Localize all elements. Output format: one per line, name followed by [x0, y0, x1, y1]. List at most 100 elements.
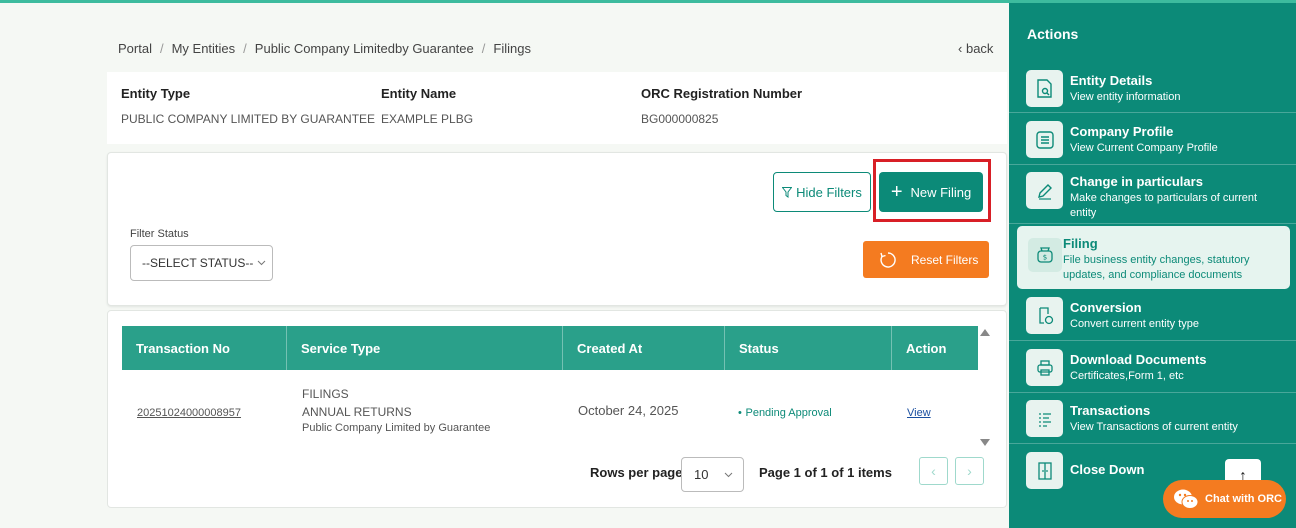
- sidebar-item-title: Close Down: [1070, 462, 1145, 477]
- table-header: Transaction No Service Type Created At S…: [122, 326, 978, 370]
- breadcrumb-entity[interactable]: Public Company Limitedby Guarantee: [255, 41, 474, 56]
- created-at: October 24, 2025: [578, 403, 679, 418]
- refresh-icon: [880, 251, 896, 268]
- chevron-left-icon: ‹: [958, 41, 963, 56]
- entity-summary: Entity Type PUBLIC COMPANY LIMITED BY GU…: [107, 72, 1007, 144]
- entity-type-value: PUBLIC COMPANY LIMITED BY GUARANTEE: [121, 112, 376, 126]
- main-content: Portal / My Entities / Public Company Li…: [0, 3, 1009, 528]
- sidebar-item-title: Filing: [1063, 236, 1098, 251]
- bullet-icon: •: [738, 407, 742, 419]
- sidebar-item-change-particulars[interactable]: Change in particulars Make changes to pa…: [1009, 166, 1296, 224]
- sidebar-item-desc: View Current Company Profile: [1070, 142, 1218, 154]
- status-text: Pending Approval: [745, 407, 832, 419]
- entity-name-value: EXAMPLE PLBG: [381, 112, 474, 126]
- pencil-icon: [1026, 172, 1063, 209]
- next-page-button[interactable]: ›: [955, 457, 984, 485]
- sidebar-item-title: Download Documents: [1070, 352, 1207, 367]
- transaction-link[interactable]: 20251024000008957: [137, 407, 241, 419]
- wechat-icon: [1174, 489, 1199, 509]
- sidebar-item-title: Change in particulars: [1070, 174, 1203, 189]
- sidebar-item-title: Transactions: [1070, 403, 1151, 418]
- filings-table: Transaction No Service Type Created At S…: [107, 310, 1007, 508]
- sidebar-item-desc: File business entity changes, statutory …: [1063, 254, 1250, 281]
- breadcrumb-portal[interactable]: Portal: [118, 41, 152, 56]
- sidebar-title: Actions: [1027, 26, 1079, 42]
- chevron-left-icon: ‹: [931, 463, 936, 479]
- breadcrumb: Portal / My Entities / Public Company Li…: [118, 41, 531, 56]
- sidebar-item-title: Company Profile: [1070, 124, 1174, 139]
- breadcrumb-filings: Filings: [493, 41, 531, 56]
- list-icon: [1026, 121, 1063, 158]
- scroll-down-arrow-icon[interactable]: [980, 439, 990, 446]
- sidebar-item-filing[interactable]: $ Filing File business entity changes, s…: [1017, 226, 1290, 289]
- sidebar-item-title: Conversion: [1070, 300, 1142, 315]
- chevron-down-icon: [257, 260, 266, 266]
- breadcrumb-my-entities[interactable]: My Entities: [172, 41, 236, 56]
- chevron-down-icon: [725, 472, 733, 477]
- scroll-up-arrow-icon[interactable]: [980, 329, 990, 336]
- entity-type-label: Entity Type: [121, 86, 191, 101]
- back-link[interactable]: ‹ back: [958, 41, 993, 56]
- transactions-icon: [1026, 400, 1063, 437]
- service-entity-type: Public Company Limited by Guarantee: [302, 422, 491, 434]
- new-filing-button[interactable]: + New Filing: [879, 172, 983, 212]
- column-header: Transaction No: [122, 326, 287, 370]
- sidebar-item-title: Entity Details: [1070, 73, 1153, 88]
- filter-icon: [782, 186, 793, 198]
- money-bag-icon: $: [1028, 238, 1062, 272]
- view-link[interactable]: View: [907, 407, 931, 419]
- back-label: back: [965, 41, 994, 56]
- column-header: Service Type: [287, 326, 563, 370]
- printer-icon: [1026, 349, 1063, 386]
- sidebar-item-entity-details[interactable]: Entity Details View entity information: [1009, 63, 1296, 113]
- service-type-cell: FILINGS ANNUAL RETURNS Public Company Li…: [302, 387, 490, 434]
- column-header: Action: [906, 340, 947, 356]
- reset-filters-label: Reset Filters: [911, 252, 979, 267]
- sidebar-item-desc: Convert current entity type: [1070, 318, 1200, 330]
- new-filing-label: New Filing: [910, 184, 972, 200]
- svg-text:$: $: [1043, 254, 1047, 262]
- orc-number-label: ORC Registration Number: [641, 86, 803, 101]
- chat-with-orc-button[interactable]: Chat with ORC: [1163, 480, 1286, 518]
- chat-label: Chat with ORC: [1205, 493, 1282, 505]
- service-name: ANNUAL RETURNS: [302, 405, 412, 419]
- breadcrumb-separator: /: [481, 41, 486, 56]
- sidebar-item-company-profile[interactable]: Company Profile View Current Company Pro…: [1009, 114, 1296, 165]
- prev-page-button[interactable]: ‹: [919, 457, 948, 485]
- actions-sidebar: Actions Entity Details View entity infor…: [1009, 3, 1296, 528]
- chevron-right-icon: ›: [967, 463, 972, 479]
- orc-number-column: ORC Registration Number BG000000825: [641, 86, 802, 126]
- rows-per-page-label: Rows per page: [590, 465, 683, 480]
- entity-name-column: Entity Name EXAMPLE PLBG: [381, 86, 473, 126]
- service-category: FILINGS: [302, 387, 349, 401]
- status-select[interactable]: --SELECT STATUS--: [130, 245, 273, 281]
- status-badge: • Pending Approval: [738, 404, 832, 419]
- sidebar-item-desc: View entity information: [1070, 91, 1181, 103]
- sidebar-item-desc: View Transactions of current entity: [1070, 421, 1238, 433]
- sidebar-item-transactions[interactable]: Transactions View Transactions of curren…: [1009, 394, 1296, 444]
- column-header: Status: [725, 326, 892, 370]
- plus-icon: +: [890, 181, 903, 203]
- page-info: Page 1 of 1 of 1 items: [759, 465, 892, 480]
- table-row: 20251024000008957 FILINGS ANNUAL RETURNS…: [122, 373, 978, 443]
- entity-name-label: Entity Name: [381, 86, 457, 101]
- convert-icon: [1026, 297, 1063, 334]
- sidebar-item-download-documents[interactable]: Download Documents Certificates,Form 1, …: [1009, 342, 1296, 393]
- column-header: Created At: [563, 326, 725, 370]
- entity-type-column: Entity Type PUBLIC COMPANY LIMITED BY GU…: [121, 86, 375, 126]
- breadcrumb-separator: /: [243, 41, 247, 56]
- rows-per-page-select[interactable]: 10: [681, 457, 744, 492]
- door-icon: [1026, 452, 1063, 489]
- filter-status-label: Filter Status: [130, 228, 189, 240]
- hide-filters-label: Hide Filters: [796, 184, 862, 200]
- filter-panel: Hide Filters + New Filing Filter Status …: [107, 152, 1007, 306]
- reset-filters-button[interactable]: Reset Filters: [863, 241, 989, 278]
- sidebar-item-desc: Certificates,Form 1, etc: [1070, 370, 1184, 382]
- rows-per-page-value: 10: [694, 467, 709, 482]
- file-search-icon: [1026, 70, 1063, 107]
- hide-filters-button[interactable]: Hide Filters: [773, 172, 871, 212]
- sidebar-item-desc: Make changes to particulars of current e…: [1070, 192, 1258, 219]
- sidebar-item-conversion[interactable]: Conversion Convert current entity type: [1009, 290, 1296, 341]
- orc-number-value: BG000000825: [641, 112, 719, 126]
- status-select-value: --SELECT STATUS--: [142, 256, 254, 270]
